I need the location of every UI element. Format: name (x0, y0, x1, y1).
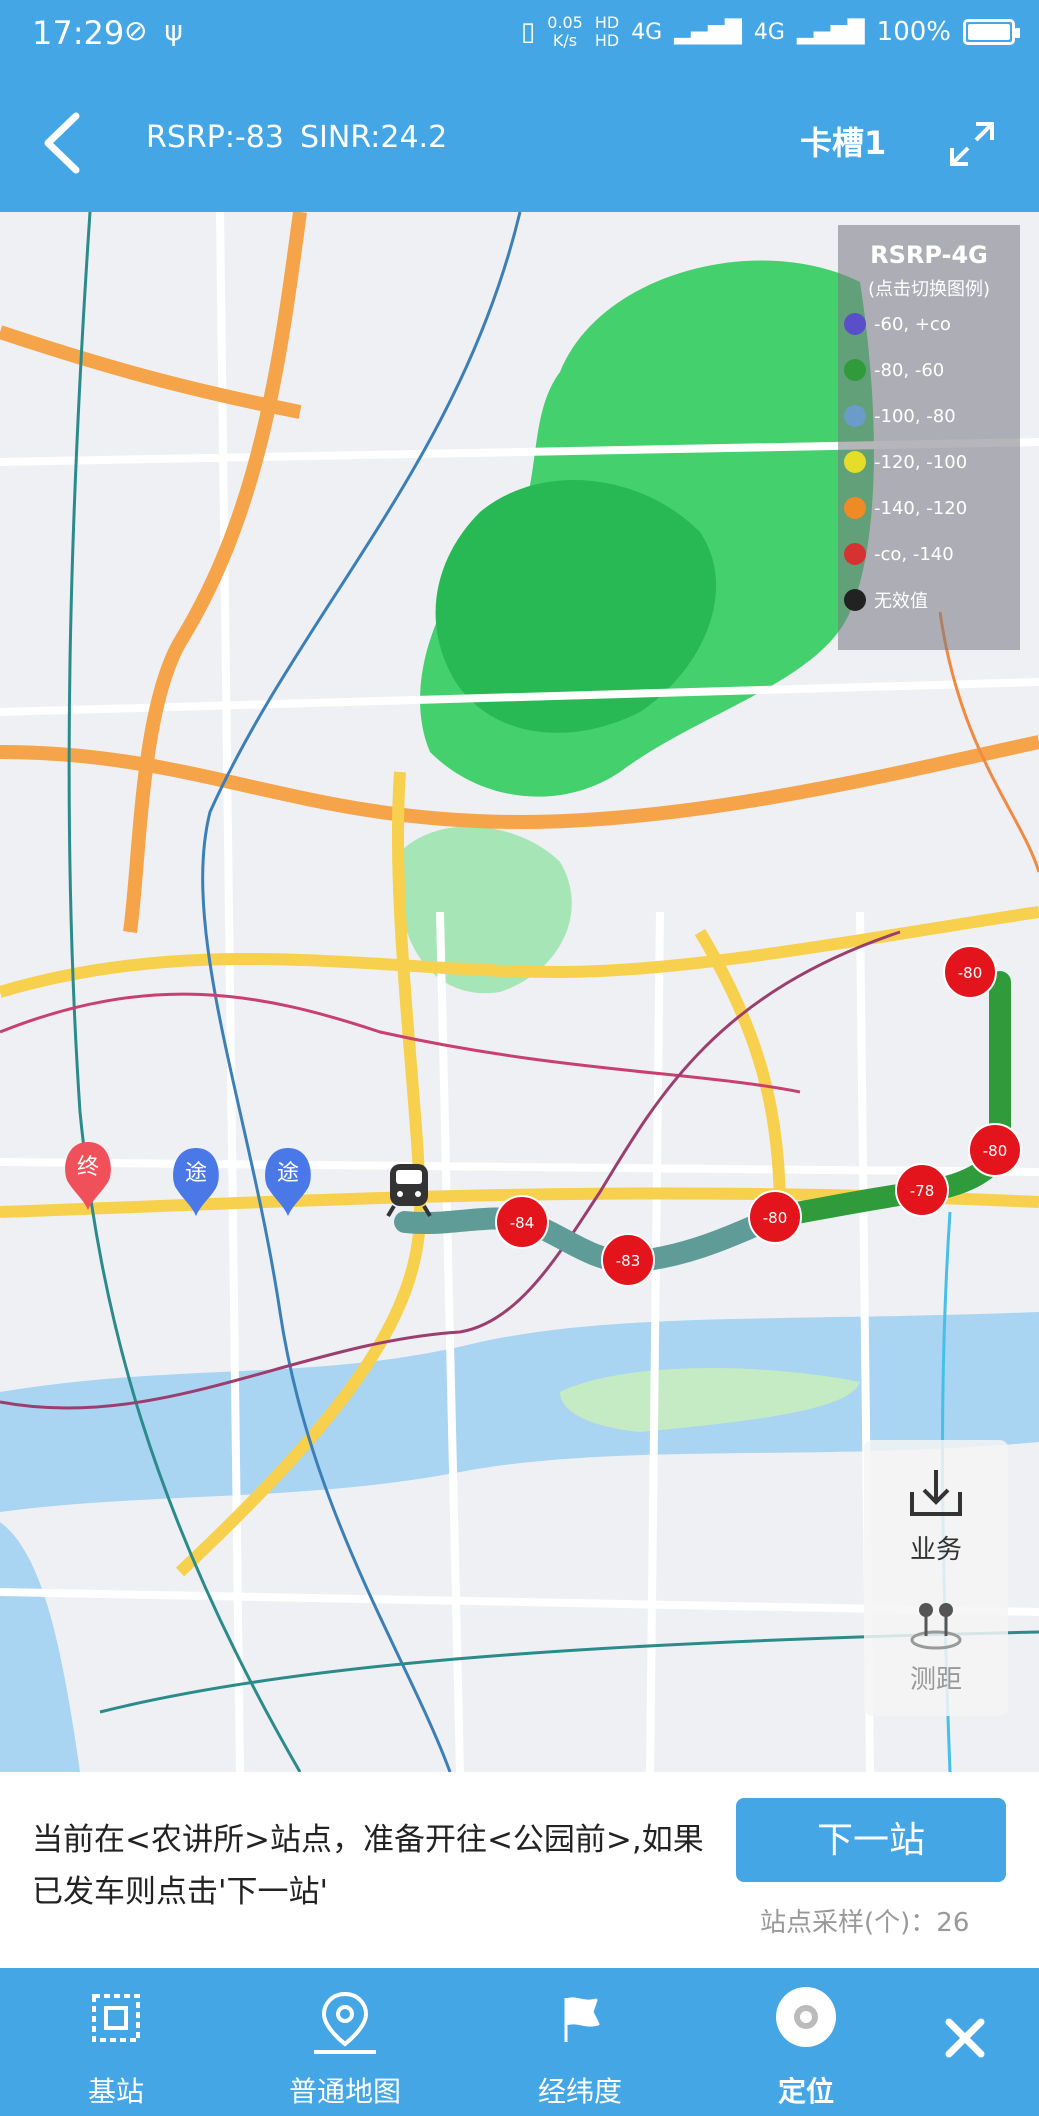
signal-icon-2: ▂▄▆█ (796, 19, 865, 45)
sample-value: -84 (510, 1214, 535, 1232)
station-message: 当前在<农讲所>站点，准备开往<公园前>,如果已发车则点击'下一站' (32, 1822, 704, 1910)
download-tray-icon (910, 1470, 962, 1516)
battery-percent: 100% (876, 17, 951, 47)
legend-dot (844, 313, 866, 335)
side-tools-panel: 业务 测距 (864, 1440, 1008, 1716)
app-header: RSRP:-83 SINR:24.2 卡槽1 (0, 72, 1039, 212)
train-icon (386, 1164, 432, 1218)
legend-dot (844, 497, 866, 519)
status-bar: 17:29 ⊘ ψ ▯ 0.05 K/s HD HD 4G ▂▄▆█ 4G ▂▄… (0, 0, 1039, 72)
legend-dot (844, 543, 866, 565)
sample-count: 站点采样(个)：26 (760, 1908, 970, 1938)
pin-label: 途 (185, 1161, 207, 1186)
rsrp-legend[interactable]: RSRP-4G (点击切换图例) -60, +co -80, -60 -100,… (838, 225, 1020, 650)
nav-label: 普通地图 (288, 2075, 401, 2108)
sample-value: -80 (983, 1142, 1008, 1160)
sample-value: -78 (910, 1182, 935, 1200)
map-pin-end[interactable]: 终 (65, 1142, 111, 1210)
rsrp-value: RSRP:-83 (146, 120, 284, 155)
legend-item: -60, +co (844, 309, 951, 339)
legend-dot (844, 359, 866, 381)
close-icon (945, 2018, 985, 2058)
vibrate-icon: ▯ (520, 17, 536, 47)
net-speed: 0.05 K/s (547, 14, 583, 50)
nav-label: 基站 (87, 2075, 144, 2108)
status-time: 17:29 (32, 14, 125, 52)
nav-close[interactable] (930, 1968, 1000, 2116)
legend-dot (844, 589, 866, 611)
legend-label: -co, -140 (874, 543, 954, 565)
legend-title: RSRP-4G (870, 241, 988, 269)
nav-latlng[interactable]: 经纬度 (520, 1968, 640, 2116)
nav-base-station[interactable]: 基站 (60, 1968, 172, 2116)
legend-item: -co, -140 (844, 539, 954, 569)
measure-tool[interactable]: 测距 (864, 1590, 1008, 1710)
measure-label: 测距 (909, 1665, 962, 1695)
back-icon[interactable] (36, 108, 96, 178)
measure-pins-icon (910, 1603, 962, 1650)
sample-value: -80 (958, 964, 983, 982)
network-type-2: 4G (753, 19, 785, 45)
sinr-value: SINR:24.2 (300, 120, 448, 155)
business-tool[interactable]: 业务 (864, 1460, 1008, 1580)
nav-locate[interactable]: 定位 (746, 1968, 866, 2116)
legend-label: -100, -80 (874, 405, 956, 427)
nav-normal-map[interactable]: 普通地图 (270, 1968, 420, 2116)
nav-label: 定位 (777, 2075, 834, 2108)
hd-top: HD (594, 13, 620, 32)
base-station-icon (92, 1994, 140, 2042)
locate-icon (776, 1987, 836, 2047)
status-notification-icons: ⊘ ψ (124, 14, 187, 47)
legend-item: 无效值 (844, 585, 928, 615)
next-station-button[interactable]: 下一站 (736, 1798, 1006, 1882)
legend-item: -100, -80 (844, 401, 956, 431)
legend-label: 无效值 (874, 591, 928, 612)
legend-dot (844, 451, 866, 473)
legend-dot (844, 405, 866, 427)
sim-slot-label[interactable]: 卡槽1 (800, 118, 886, 164)
legend-item: -80, -60 (844, 355, 944, 385)
battery-icon (963, 19, 1020, 45)
net-speed-value: 0.05 (547, 13, 583, 32)
legend-label: -120, -100 (874, 451, 968, 473)
bottom-nav: 基站 普通地图 经纬度 定位 (0, 1968, 1039, 2116)
hd-indicator: HD HD (595, 14, 619, 50)
sample-value: -83 (616, 1252, 641, 1270)
net-speed-unit: K/s (552, 31, 578, 50)
sample-value: -80 (763, 1209, 788, 1227)
legend-label: -60, +co (874, 313, 951, 335)
pin-label: 终 (77, 1155, 99, 1180)
status-right-group: ▯ 0.05 K/s HD HD 4G ▂▄▆█ 4G ▂▄▆█ 100% (520, 14, 1020, 50)
station-info-bar: 当前在<农讲所>站点，准备开往<公园前>,如果已发车则点击'下一站' 下一站 站… (0, 1772, 1039, 1968)
legend-subtitle: (点击切换图例) (867, 279, 991, 300)
legend-label: -80, -60 (874, 359, 945, 381)
network-type-1: 4G (631, 19, 663, 45)
map-pin-icon (314, 1991, 376, 2054)
hd-bottom: HD (594, 31, 620, 50)
flag-icon (564, 1997, 600, 2042)
nav-label: 经纬度 (537, 2075, 622, 2108)
legend-item: -140, -120 (844, 493, 967, 523)
legend-item: -120, -100 (844, 447, 967, 477)
pin-label: 途 (277, 1161, 299, 1186)
fullscreen-icon[interactable] (948, 120, 996, 168)
legend-label: -140, -120 (874, 497, 968, 519)
signal-icon: ▂▄▆█ (674, 19, 742, 45)
business-label: 业务 (909, 1535, 962, 1565)
